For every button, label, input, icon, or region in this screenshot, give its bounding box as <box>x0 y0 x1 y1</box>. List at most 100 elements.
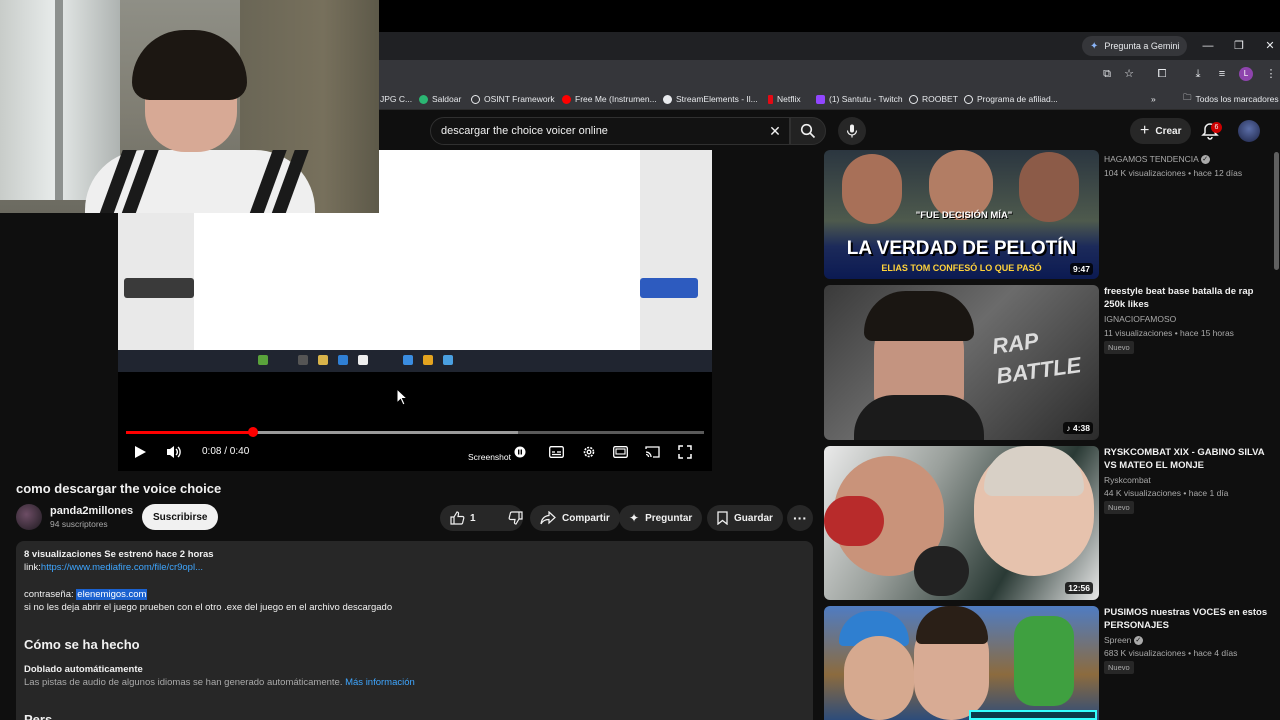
browser-toolbar <box>379 60 1280 88</box>
extensions-icon[interactable]: ⧠ <box>1153 65 1171 83</box>
minimize-icon[interactable]: — <box>1198 36 1218 56</box>
password-value: elenemigos.com <box>76 589 148 600</box>
more-actions-button[interactable]: ··· <box>787 505 813 531</box>
recommendation-thumbnail[interactable]: 12:56 <box>824 446 1099 600</box>
taskbar-app-icon <box>318 355 328 365</box>
bookmark-item[interactable]: Free Me (Instrumen... <box>562 88 657 110</box>
recommendation-channel[interactable]: HAGAMOS TENDENCIA <box>1104 154 1198 164</box>
create-button[interactable]: + Crear <box>1130 118 1192 144</box>
recommendation-title[interactable]: freestyle beat base batalla de rap 250k … <box>1104 285 1274 311</box>
volume-icon[interactable] <box>165 443 183 461</box>
like-button[interactable]: 1 <box>440 505 486 531</box>
recommendation-channel[interactable]: Ryskcombat <box>1104 475 1151 485</box>
share-button[interactable]: Compartir <box>530 505 620 531</box>
globe-icon <box>964 94 973 104</box>
clear-search-icon[interactable]: ✕ <box>765 121 785 141</box>
fullscreen-icon[interactable] <box>678 445 692 459</box>
channel-avatar[interactable] <box>16 504 42 530</box>
menu-kebab-icon[interactable]: ⋮ <box>1262 65 1280 83</box>
close-window-icon[interactable]: ✕ <box>1260 36 1280 56</box>
recommendation-title[interactable]: PUSIMOS nuestras VOCES en estos PERSONAJ… <box>1104 606 1274 632</box>
video-duration: 9:47 <box>1069 263 1093 275</box>
subscribe-button[interactable]: Suscribirse <box>142 504 219 530</box>
thumb-caption-sub: ELIAS TOM CONFESÓ LO QUE PASÓ <box>881 263 1042 273</box>
search-button[interactable] <box>790 117 826 145</box>
bookmark-label: JPG C... <box>380 94 413 104</box>
recommendation-meta: 11 visualizaciones • hace 15 horas <box>1104 328 1234 338</box>
bookmark-item[interactable]: (1) Santutu - Twitch <box>816 88 903 110</box>
gemini-button[interactable]: ✦ Pregunta a Gemini <box>1082 36 1188 56</box>
search-icon <box>800 123 816 139</box>
recommendation-thumbnail[interactable]: RAP BATTLE ♪ 4:38 <box>824 285 1099 440</box>
bookmark-star-icon[interactable]: ☆ <box>1120 65 1138 83</box>
video-content-taskbar <box>118 350 712 372</box>
voice-search-button[interactable] <box>838 117 866 145</box>
recommendation-thumbnail[interactable]: "FUE DECISIÓN MÍA" LA VERDAD DE PELOTÍN … <box>824 150 1099 279</box>
autoplay-toggle-icon[interactable] <box>514 446 528 458</box>
taskbar-app-icon <box>443 355 453 365</box>
miniplayer-icon[interactable] <box>613 446 628 458</box>
channel-name[interactable]: panda2millones <box>50 505 133 517</box>
cast-icon[interactable] <box>645 446 660 458</box>
play-icon[interactable] <box>132 444 148 460</box>
new-badge: Nuevo <box>1104 501 1134 514</box>
bookmark-item[interactable]: JPG C... <box>380 88 412 110</box>
bookmark-item[interactable]: StreamElements - Il... <box>663 88 758 110</box>
microphone-icon <box>846 124 858 138</box>
bookmark-item[interactable]: Programa de afiliad... <box>964 88 1058 110</box>
subtitles-icon[interactable] <box>549 446 564 458</box>
taskbar-app-icon <box>338 355 348 365</box>
recommendation-channel[interactable]: Spreen <box>1104 635 1131 645</box>
bookmarks-overflow-icon[interactable]: » <box>1151 88 1156 110</box>
dubbing-title: Doblado automáticamente <box>24 664 143 675</box>
recommendation-meta: 104 K visualizaciones • hace 12 días <box>1104 168 1243 178</box>
verified-check-icon: ✓ <box>1133 636 1143 646</box>
bookmark-item[interactable]: Saldoar <box>419 88 461 110</box>
download-icon[interactable]: ⤓ <box>1189 65 1207 83</box>
globe-icon <box>909 94 918 104</box>
bookmark-item[interactable]: ROOBET <box>909 88 958 110</box>
all-bookmarks[interactable]: 🗀 Todos los marcadores <box>1183 88 1279 110</box>
like-count: 1 <box>470 512 476 524</box>
create-label: Crear <box>1155 125 1182 137</box>
webcam-hair <box>132 30 247 100</box>
recommendation-title[interactable]: RYSKCOMBAT XIX - GABINO SILVA VS MATEO E… <box>1104 446 1274 472</box>
folder-icon: 🗀 <box>1183 92 1192 102</box>
bookmark-item[interactable]: Netflix <box>768 88 801 110</box>
video-title: como descargar the voice choice <box>16 481 222 496</box>
mediafire-link[interactable]: https://www.mediafire.com/file/cr9opl... <box>41 562 203 573</box>
recommendation-meta: 683 K visualizaciones • hace 4 días <box>1104 648 1238 658</box>
restore-icon[interactable]: ❐ <box>1229 36 1249 56</box>
mouse-cursor-icon <box>396 388 408 406</box>
all-bookmarks-label: Todos los marcadores <box>1195 94 1279 104</box>
bookmark-label: (1) Santutu - Twitch <box>829 94 903 104</box>
save-label: Guardar <box>734 512 773 524</box>
bookmark-label: Saldoar <box>432 94 462 104</box>
thumb-hair <box>916 606 988 644</box>
profile-avatar-icon[interactable]: L <box>1239 67 1253 81</box>
bookmark-item[interactable]: OSINT Framework <box>471 88 555 110</box>
ask-label: Preguntar <box>645 512 693 524</box>
settings-gear-icon[interactable] <box>582 445 596 459</box>
save-button[interactable]: Guardar <box>707 505 783 531</box>
progress-played <box>126 431 253 434</box>
link-prefix: link: <box>24 562 41 573</box>
page-scrollbar[interactable] <box>1274 152 1279 270</box>
search-input[interactable]: descargar the choice voicer online <box>430 117 790 145</box>
dislike-button[interactable] <box>498 505 533 531</box>
account-avatar[interactable] <box>1238 120 1260 142</box>
thumb-person <box>842 154 902 224</box>
taskbar-app-icon <box>423 355 433 365</box>
cast-icon[interactable]: ⧉ <box>1098 65 1116 83</box>
recommendation-channel-line: HAGAMOS TENDENCIA ✓ <box>1104 154 1210 165</box>
bookmark-label: Free Me (Instrumen... <box>575 94 657 104</box>
progress-scrubber[interactable] <box>248 427 258 437</box>
reading-list-icon[interactable]: ≡ <box>1213 65 1231 83</box>
saldoar-icon <box>419 94 428 104</box>
recommendation-channel[interactable]: IGNACIOFAMOSO <box>1104 314 1176 324</box>
recommendation-thumbnail[interactable] <box>824 606 1099 720</box>
more-info-link[interactable]: Más información <box>345 677 415 688</box>
ask-button[interactable]: ✦ Preguntar <box>619 505 703 531</box>
share-arrow-icon <box>540 511 556 525</box>
thumb-hair <box>864 291 974 341</box>
